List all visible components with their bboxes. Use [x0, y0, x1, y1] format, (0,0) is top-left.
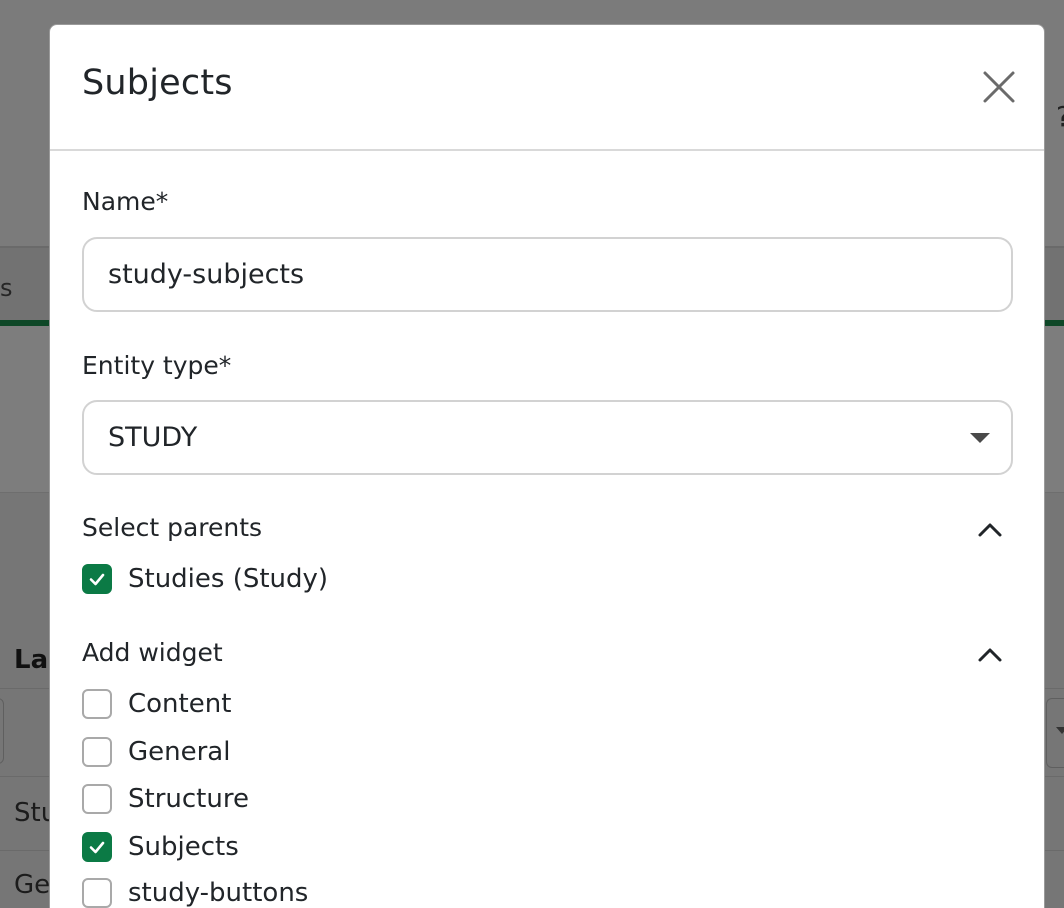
widget-option-label: Subjects [128, 832, 239, 862]
subjects-modal: Subjects Name* Entity type* STUDY Select… [49, 24, 1045, 908]
background-tab-label: s [0, 274, 13, 302]
background-filter-input-left [0, 698, 4, 764]
check-icon [89, 573, 105, 586]
parent-option-studies[interactable]: Studies (Study) [82, 562, 328, 596]
check-icon [89, 841, 105, 854]
close-icon [983, 71, 1015, 103]
background-user-glyph: ? [1056, 100, 1064, 133]
close-button[interactable] [979, 67, 1019, 107]
checkbox[interactable] [82, 878, 112, 908]
add-widget-header: Add widget [82, 638, 1013, 674]
background-table-cell: Ge [14, 870, 51, 900]
checkbox[interactable] [82, 564, 112, 594]
chevron-up-icon[interactable] [977, 517, 1003, 543]
widget-option-content[interactable]: Content [82, 687, 231, 721]
select-parents-title: Select parents [82, 513, 263, 542]
widget-option-label: study-buttons [128, 878, 309, 908]
widget-option-subjects[interactable]: Subjects [82, 830, 239, 864]
select-parents-header: Select parents [82, 513, 1013, 549]
parent-option-label: Studies (Study) [128, 564, 329, 594]
caret-down-icon [970, 433, 990, 443]
modal-header: Subjects [50, 25, 1044, 151]
checkbox[interactable] [82, 689, 112, 719]
checkbox[interactable] [82, 832, 112, 862]
widget-option-general[interactable]: General [82, 735, 230, 769]
entity-type-selected-value: STUDY [108, 422, 198, 453]
widget-option-label: Content [128, 689, 232, 719]
name-label: Name* [82, 187, 169, 216]
widget-option-study-buttons[interactable]: study-buttons [82, 876, 308, 908]
modal-title: Subjects [82, 63, 233, 103]
entity-type-select[interactable]: STUDY [82, 400, 1013, 475]
checkbox[interactable] [82, 737, 112, 767]
add-widget-title: Add widget [82, 638, 223, 667]
widget-option-structure[interactable]: Structure [82, 782, 249, 816]
chevron-up-icon[interactable] [977, 642, 1003, 668]
checkbox[interactable] [82, 784, 112, 814]
entity-type-label: Entity type* [82, 351, 232, 380]
background-caret-icon [1056, 727, 1064, 734]
name-input[interactable] [82, 237, 1013, 312]
widget-option-label: Structure [128, 784, 249, 814]
widget-option-label: General [128, 737, 231, 767]
